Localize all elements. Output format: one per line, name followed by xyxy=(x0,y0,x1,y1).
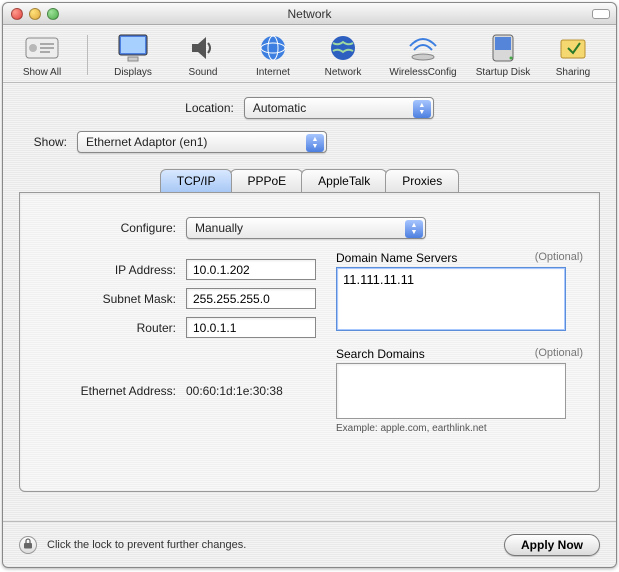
select-arrows-icon: ▲▼ xyxy=(413,100,431,118)
configure-select[interactable]: Manually ▲▼ xyxy=(186,217,426,239)
search-label-row: Search Domains (Optional) xyxy=(336,347,583,361)
toolbar-network[interactable]: Network xyxy=(314,31,372,78)
search-optional: (Optional) xyxy=(535,347,583,361)
tab-label: AppleTalk xyxy=(318,174,370,188)
toolbar-wireless[interactable]: WirelessConfig xyxy=(384,31,462,78)
search-example-hint: Example: apple.com, earthlink.net xyxy=(336,423,583,434)
show-select[interactable]: Ethernet Adaptor (en1) ▲▼ xyxy=(77,131,327,153)
toolbar: Show All Displays Sound Internet Networ xyxy=(3,25,616,83)
toolbar-label: Displays xyxy=(114,67,152,78)
dns-label: Domain Name Servers xyxy=(336,251,457,265)
sharing-icon xyxy=(556,31,590,65)
dns-optional: (Optional) xyxy=(535,251,583,265)
ip-address-input[interactable] xyxy=(186,259,316,280)
configure-label: Configure: xyxy=(36,221,176,235)
network-icon xyxy=(326,31,360,65)
apply-now-button[interactable]: Apply Now xyxy=(504,534,600,556)
show-value: Ethernet Adaptor (en1) xyxy=(86,135,207,149)
startup-disk-icon xyxy=(486,31,520,65)
right-column: Domain Name Servers (Optional) 11.111.11… xyxy=(336,251,583,434)
toolbar-toggle-button[interactable] xyxy=(592,9,610,19)
select-arrows-icon: ▲▼ xyxy=(405,220,423,238)
toolbar-label: Startup Disk xyxy=(476,67,530,78)
apply-label: Apply Now xyxy=(521,538,583,552)
tab-pppoe[interactable]: PPPoE xyxy=(230,169,303,192)
location-label: Location: xyxy=(185,101,234,115)
tab-label: Proxies xyxy=(402,174,442,188)
toolbar-sharing[interactable]: Sharing xyxy=(544,31,602,78)
dns-servers-input[interactable]: 11.111.11.11 xyxy=(336,267,566,331)
toolbar-label: Network xyxy=(325,67,362,78)
lock-icon xyxy=(23,538,33,552)
subnet-mask-input[interactable] xyxy=(186,288,316,309)
ip-address-label: IP Address: xyxy=(36,263,176,277)
toolbar-internet[interactable]: Internet xyxy=(244,31,302,78)
toolbar-label: Sharing xyxy=(556,67,590,78)
toolbar-label: Sound xyxy=(189,67,218,78)
window-title: Network xyxy=(3,7,616,21)
configure-value: Manually xyxy=(195,221,243,235)
ethernet-address-value: 00:60:1d:1e:30:38 xyxy=(186,384,283,398)
router-input[interactable] xyxy=(186,317,316,338)
wireless-icon xyxy=(406,31,440,65)
show-label: Show: xyxy=(19,135,67,149)
router-label: Router: xyxy=(36,321,176,335)
search-domains-input[interactable] xyxy=(336,363,566,419)
lock-button[interactable] xyxy=(19,536,37,554)
toolbar-label: Internet xyxy=(256,67,290,78)
toolbar-label: Show All xyxy=(23,67,61,78)
toolbar-show-all[interactable]: Show All xyxy=(13,31,71,78)
displays-icon xyxy=(116,31,150,65)
toolbar-label: WirelessConfig xyxy=(389,67,456,78)
content-area: Location: Automatic ▲▼ Show: Ethernet Ad… xyxy=(3,83,616,521)
left-column: IP Address: Subnet Mask: Router: Etherne… xyxy=(36,251,316,434)
ethernet-address-label: Ethernet Address: xyxy=(36,384,176,398)
dns-label-row: Domain Name Servers (Optional) xyxy=(336,251,583,265)
location-select[interactable]: Automatic ▲▼ xyxy=(244,97,434,119)
footer: Click the lock to prevent further change… xyxy=(3,521,616,567)
tab-tcpip[interactable]: TCP/IP xyxy=(160,169,233,192)
tab-label: PPPoE xyxy=(247,174,286,188)
toolbar-separator xyxy=(87,35,88,75)
tab-proxies[interactable]: Proxies xyxy=(385,169,459,192)
sound-icon xyxy=(186,31,220,65)
location-value: Automatic xyxy=(253,101,306,115)
toolbar-displays[interactable]: Displays xyxy=(104,31,162,78)
select-arrows-icon: ▲▼ xyxy=(306,134,324,152)
subnet-mask-label: Subnet Mask: xyxy=(36,292,176,306)
tab-pane-tcpip: Configure: Manually ▲▼ IP Address: Subne… xyxy=(19,192,600,492)
tab-label: TCP/IP xyxy=(177,174,216,188)
lock-hint: Click the lock to prevent further change… xyxy=(47,539,246,551)
search-domains-label: Search Domains xyxy=(336,347,425,361)
dns-value: 11.111.11.11 xyxy=(343,272,414,287)
tab-appletalk[interactable]: AppleTalk xyxy=(301,169,387,192)
internet-icon xyxy=(256,31,290,65)
show-all-icon xyxy=(25,31,59,65)
preferences-window: Network Show All Displays Sound xyxy=(2,2,617,568)
toolbar-sound[interactable]: Sound xyxy=(174,31,232,78)
titlebar: Network xyxy=(3,3,616,25)
tab-bar: TCP/IP PPPoE AppleTalk Proxies xyxy=(19,169,600,192)
toolbar-startup-disk[interactable]: Startup Disk xyxy=(474,31,532,78)
